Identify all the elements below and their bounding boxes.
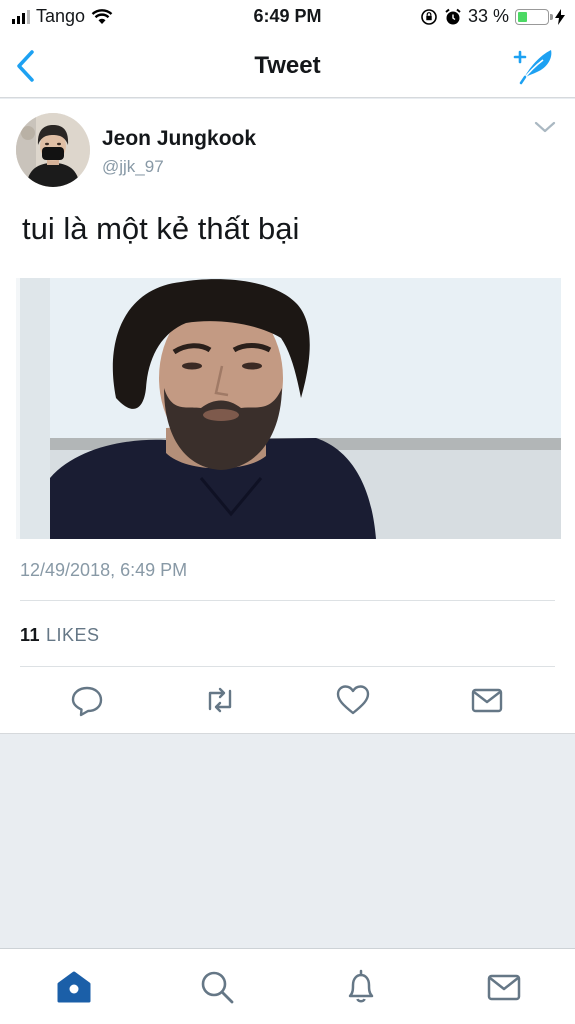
search-icon[interactable] bbox=[197, 967, 237, 1007]
home-icon[interactable] bbox=[54, 967, 94, 1007]
notifications-icon[interactable] bbox=[341, 967, 381, 1007]
likes-count-link[interactable]: 11 LIKES bbox=[20, 625, 100, 646]
status-bar: Tango 6:49 PM 33 % bbox=[0, 0, 575, 34]
likes-count: 11 bbox=[20, 625, 41, 645]
battery-icon bbox=[515, 8, 553, 25]
retweet-icon[interactable] bbox=[202, 682, 238, 718]
charging-bolt-icon bbox=[555, 8, 565, 25]
direct-message-icon[interactable] bbox=[469, 682, 505, 718]
page-title: Tweet bbox=[254, 52, 321, 79]
compose-tweet-icon[interactable] bbox=[509, 44, 555, 86]
author-handle[interactable]: @jjk_97 bbox=[102, 157, 164, 177]
reply-icon[interactable] bbox=[69, 682, 105, 718]
alarm-icon bbox=[445, 8, 461, 24]
battery-level bbox=[518, 11, 528, 22]
battery-percent: 33 % bbox=[467, 6, 509, 26]
tweet-detail: Jeon Jungkook @jjk_97 tui là một kẻ thất… bbox=[0, 99, 575, 734]
status-right: 33 % bbox=[420, 6, 565, 27]
tweet-photo[interactable] bbox=[16, 278, 561, 539]
messages-icon[interactable] bbox=[484, 967, 524, 1007]
chevron-down-icon[interactable] bbox=[533, 119, 557, 135]
tweet-actions bbox=[0, 682, 575, 722]
tweet-timestamp: 12/49/2018, 6:49 PM bbox=[20, 560, 188, 580]
navigation-bar: Tweet bbox=[0, 34, 575, 98]
tab-bar bbox=[0, 948, 575, 1024]
orientation-lock-icon bbox=[421, 8, 437, 25]
tweet-text: tui là một kẻ thất bại bbox=[22, 211, 300, 246]
author-name[interactable]: Jeon Jungkook bbox=[102, 127, 256, 151]
like-icon[interactable] bbox=[335, 682, 371, 718]
avatar[interactable] bbox=[16, 113, 90, 187]
divider bbox=[20, 600, 555, 601]
divider bbox=[20, 666, 555, 667]
likes-label: LIKES bbox=[46, 625, 100, 645]
